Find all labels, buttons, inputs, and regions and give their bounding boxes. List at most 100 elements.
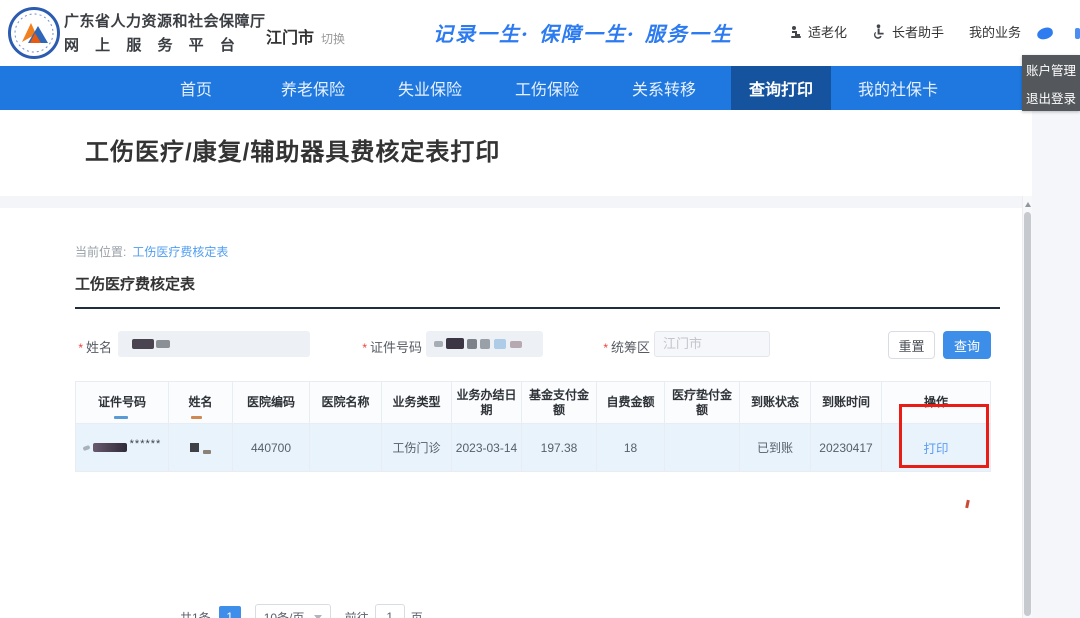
- right-side-panel: [1032, 110, 1080, 618]
- redacted-name-fragment: [203, 450, 211, 454]
- nav-item-pension[interactable]: 养老保险: [263, 66, 363, 110]
- nav-item-social-card[interactable]: 我的社保卡: [848, 66, 948, 110]
- id-field-label: *证件号码: [340, 337, 422, 356]
- page-title: 工伤医疗/康复/辅助器具费核定表打印: [85, 132, 500, 167]
- section-title: 工伤医疗费核定表: [75, 273, 195, 294]
- cell-business-type: 工伤门诊: [382, 424, 452, 472]
- site-slogan: 记录一生· 保障一生· 服务一生: [433, 18, 733, 47]
- result-table: 证件号码 姓名 医院编码 医院名称 业务类型 业务办结日期 基金支付金额 自费金…: [75, 381, 991, 472]
- print-link[interactable]: 打印: [923, 442, 948, 456]
- nav-item-query-print[interactable]: 查询打印: [731, 66, 831, 110]
- nav-item-unemployment[interactable]: 失业保险: [380, 66, 480, 110]
- scrollbar-thumb[interactable]: [1024, 212, 1031, 616]
- cell-advance-paid: [665, 424, 740, 472]
- redaction-artifact: [114, 416, 128, 419]
- nav-item-work-injury[interactable]: 工伤保险: [497, 66, 597, 110]
- brand-text: 广东省人力资源和社会保障厅 网 上 服 务 平 台: [64, 11, 266, 57]
- cell-arrival-time: 20230417: [811, 424, 882, 472]
- city-selector: 江门市切换: [266, 24, 345, 48]
- page-1-button[interactable]: 1: [219, 606, 241, 618]
- query-button[interactable]: 查询: [943, 331, 991, 359]
- pagination-bar: 共1条 1 10条/页 前往 1 页: [180, 603, 423, 618]
- chevron-down-icon: [314, 615, 322, 618]
- redacted-id-blob: [480, 339, 490, 349]
- current-city: 江门市: [266, 30, 314, 47]
- redacted-name-blob: [132, 339, 154, 349]
- elder-mode-label: 适老化: [808, 22, 847, 41]
- col-advance-paid: 医疗垫付金额: [665, 382, 740, 424]
- breadcrumb-label: 当前位置:: [75, 245, 126, 259]
- top-actions: 适老化 长者助手 我的业务: [789, 22, 1021, 41]
- col-completion-date: 业务办结日期: [452, 382, 522, 424]
- accessibility-icon: [872, 24, 887, 39]
- redacted-id-blob: [434, 341, 443, 347]
- goto-page-input[interactable]: 1: [375, 604, 405, 618]
- col-business-type: 业务类型: [382, 382, 452, 424]
- cell-completion-date: 2023-03-14: [452, 424, 522, 472]
- pagination-total: 共1条: [180, 609, 211, 618]
- goto-suffix-label: 页: [411, 609, 423, 618]
- section-separator: [0, 196, 1022, 208]
- col-name: 姓名: [169, 382, 233, 424]
- table-row: ****** 440700 工伤门诊 2023-03-14 197.38 18 …: [76, 424, 991, 472]
- region-field-label: *统筹区: [580, 337, 650, 356]
- redacted-id-blob: [510, 341, 522, 348]
- browser-page: 广东省人力资源和社会保障厅 网 上 服 务 平 台 江门市切换 记录一生· 保障…: [0, 0, 1080, 618]
- col-id-number: 证件号码: [76, 382, 169, 424]
- table-header-row: 证件号码 姓名 医院编码 医院名称 业务类型 业务办结日期 基金支付金额 自费金…: [76, 382, 991, 424]
- region-input[interactable]: 江门市: [654, 331, 770, 357]
- user-dropdown-menu: 账户管理 退出登录: [1022, 55, 1080, 111]
- required-asterisk: *: [78, 341, 83, 355]
- col-hospital-code: 医院编码: [233, 382, 310, 424]
- required-asterisk: *: [603, 341, 608, 355]
- section-title-underline: [75, 307, 1000, 309]
- col-hospital-name: 医院名称: [310, 382, 382, 424]
- elder-assistant-button[interactable]: 长者助手: [872, 22, 944, 41]
- elder-mode-button[interactable]: 适老化: [789, 22, 847, 41]
- col-action: 操作: [882, 382, 991, 424]
- redacted-id-fragment: [93, 443, 127, 452]
- id-number-input[interactable]: [426, 331, 543, 357]
- reset-button[interactable]: 重置: [888, 331, 935, 359]
- elder-mode-icon: [789, 25, 803, 39]
- col-fund-paid: 基金支付金额: [522, 382, 597, 424]
- redacted-name-blob: [156, 340, 170, 348]
- cell-hospital-name: [310, 424, 382, 472]
- col-self-paid: 自费金额: [597, 382, 665, 424]
- cell-id-number: ******: [76, 424, 169, 472]
- my-business-button[interactable]: 我的业务: [969, 22, 1021, 41]
- switch-city-link[interactable]: 切换: [321, 32, 345, 46]
- cell-action: 打印: [882, 424, 991, 472]
- redacted-id-blob: [494, 339, 506, 349]
- main-nav: 首页 养老保险 失业保险 工伤保险 关系转移 查询打印 我的社保卡: [0, 66, 1080, 110]
- brand-org-name: 广东省人力资源和社会保障厅: [64, 11, 266, 33]
- breadcrumb: 当前位置: 工伤医疗费核定表: [75, 243, 228, 260]
- account-management-item[interactable]: 账户管理: [1022, 55, 1080, 83]
- scroll-up-arrow-icon[interactable]: [1023, 198, 1033, 210]
- cell-self-paid: 18: [597, 424, 665, 472]
- logout-item[interactable]: 退出登录: [1022, 83, 1080, 111]
- goto-label: 前往: [345, 609, 369, 618]
- name-input[interactable]: [118, 331, 310, 357]
- redaction-artifact: [191, 416, 202, 419]
- redacted-id-fragment: [82, 444, 90, 450]
- elder-assistant-label: 长者助手: [892, 22, 944, 41]
- redacted-id-blob: [446, 338, 464, 349]
- nav-item-relation-transfer[interactable]: 关系转移: [614, 66, 714, 110]
- edge-icon-fragment: [1075, 28, 1080, 39]
- nav-item-home[interactable]: 首页: [146, 66, 246, 110]
- redacted-name-fragment: [190, 443, 199, 452]
- name-field-label: *姓名: [40, 337, 112, 356]
- masked-digits: ******: [130, 438, 162, 450]
- redacted-id-blob: [467, 339, 477, 349]
- top-bar: 广东省人力资源和社会保障厅 网 上 服 务 平 台 江门市切换 记录一生· 保障…: [0, 0, 1080, 66]
- breadcrumb-link[interactable]: 工伤医疗费核定表: [132, 245, 228, 259]
- col-arrival-status: 到账状态: [740, 382, 811, 424]
- page-size-select[interactable]: 10条/页: [255, 604, 331, 618]
- user-avatar[interactable]: [1036, 26, 1054, 41]
- gov-logo-icon: [8, 7, 60, 59]
- cell-arrival-status: 已到账: [740, 424, 811, 472]
- red-mark-artifact: [965, 500, 970, 508]
- col-arrival-time: 到账时间: [811, 382, 882, 424]
- vertical-scrollbar[interactable]: [1022, 196, 1032, 618]
